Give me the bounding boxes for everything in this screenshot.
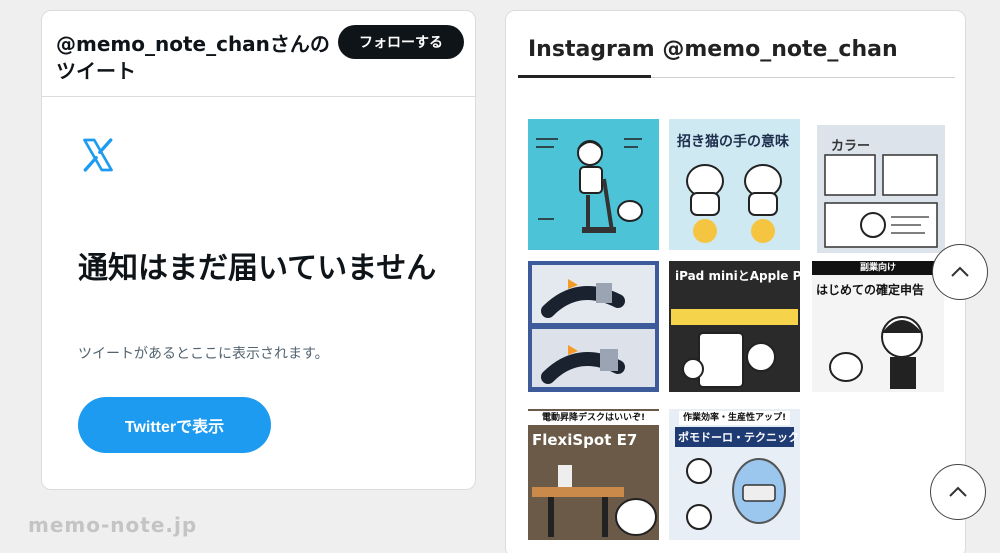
instagram-title: Instagram @memo_note_chan [528, 37, 898, 62]
empty-state-heading: 通知はまだ届いていません [78, 251, 437, 286]
instagram-panel: Instagram @memo_note_chan 招き猫の手の意味 カラー i… [505, 10, 966, 553]
standing-desk-photo [532, 465, 657, 537]
maneki-neko-illustration [686, 164, 782, 243]
scroll-to-top-button[interactable] [930, 464, 986, 520]
instagram-post[interactable]: 電動昇降デスクはいいぞ! FlexiSpot E7 [528, 409, 659, 540]
instagram-post[interactable]: 招き猫の手の意味 [669, 119, 800, 250]
instagram-post[interactable]: 作業効率・生産性アップ! ポモドーロ・テクニック [669, 409, 800, 540]
instagram-post[interactable]: iPad miniとApple Pencilは [669, 261, 800, 392]
follow-button[interactable]: フォローする [338, 25, 464, 59]
tax-return-illustration [829, 316, 923, 389]
ipad-drawing-illustration [671, 309, 798, 388]
chevron-up-icon [951, 266, 969, 277]
instagram-post[interactable] [528, 119, 659, 250]
exercise-bike-photo [532, 265, 655, 387]
title-underline [518, 75, 651, 78]
x-logo-icon [83, 138, 113, 172]
twitter-timeline-panel: @memo_note_chanさんのツイート フォローする 通知はまだ届いていま… [41, 10, 476, 490]
twitter-header: @memo_note_chanさんのツイート フォローする [42, 11, 475, 97]
instagram-post[interactable] [528, 261, 659, 392]
instagram-post[interactable]: カラー [817, 125, 945, 253]
computer-desk-illustration [824, 154, 938, 248]
view-on-twitter-button[interactable]: Twitterで表示 [78, 397, 271, 453]
empty-state-subtext: ツイートがあるとここに表示されます。 [78, 346, 329, 362]
exercise-bike-illustration [536, 138, 643, 233]
pomodoro-timer-illustration [686, 458, 786, 530]
twitter-title: @memo_note_chanさんのツイート [56, 32, 330, 83]
scroll-to-top-button[interactable] [932, 244, 988, 300]
instagram-post[interactable]: 副業向け はじめての確定申告 [812, 261, 944, 392]
site-watermark: memo-note.jp [28, 513, 198, 537]
chevron-up-icon [949, 486, 967, 497]
